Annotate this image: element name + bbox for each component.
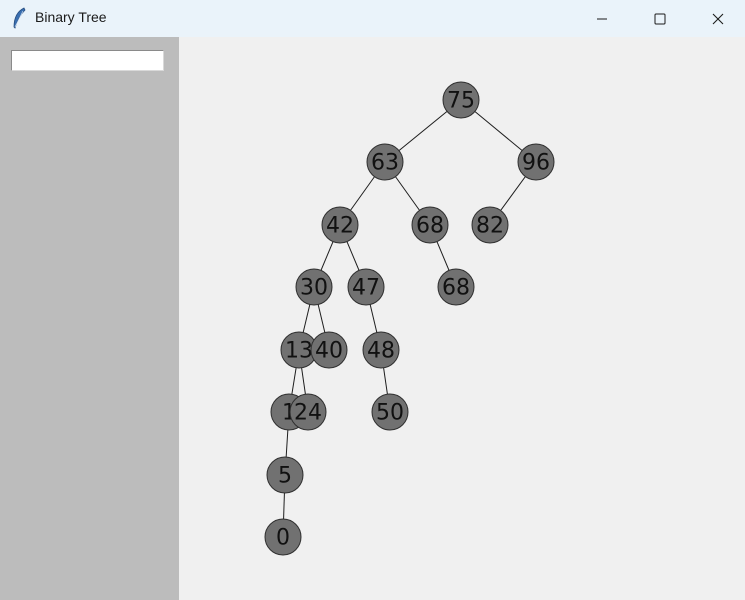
tree-node-label: 68 — [416, 214, 444, 239]
tree-node: 40 — [310, 331, 348, 369]
close-button[interactable] — [689, 0, 745, 37]
minimize-icon — [597, 18, 607, 19]
title-bar: Binary Tree — [0, 0, 745, 37]
tree-node: 42 — [321, 206, 359, 244]
tree-node-label: 47 — [352, 276, 380, 301]
feather-icon — [13, 7, 26, 29]
tree-node-label: 24 — [294, 401, 322, 426]
tree-canvas: 75 63 96 42 68 82 30 47 68 13 40 48 1 24 50 5 0 — [179, 37, 745, 600]
tree-node-label: 30 — [300, 276, 328, 301]
minimize-button[interactable] — [573, 0, 631, 37]
tree-node-label: 68 — [442, 276, 470, 301]
tree-node: 96 — [517, 143, 555, 181]
maximize-icon — [654, 13, 666, 24]
tree-node: 24 — [289, 393, 327, 431]
tree-node: 47 — [347, 268, 385, 306]
tree-node-label: 48 — [367, 339, 395, 364]
sidebar — [0, 37, 179, 600]
maximize-button[interactable] — [631, 0, 689, 37]
tree-node: 48 — [362, 331, 400, 369]
tree-node-label: 82 — [476, 214, 504, 239]
tree-node: 30 — [295, 268, 333, 306]
window-title: Binary Tree — [35, 9, 107, 25]
tree-node-label: 75 — [447, 89, 475, 114]
tree-node: 0 — [264, 518, 302, 556]
value-input[interactable] — [11, 50, 164, 71]
tree-node-label: 40 — [315, 339, 343, 364]
tree-node: 82 — [471, 206, 509, 244]
tree-node: 63 — [366, 143, 404, 181]
tree-node-label: 96 — [522, 151, 550, 176]
tree-drawing: 7563 9642 68 8230 47 6813 40 48124 5050 — [264, 81, 555, 556]
tree-node: 68 — [437, 268, 475, 306]
tree-node-label: 13 — [285, 339, 313, 364]
tree-node: 68 — [411, 206, 449, 244]
close-icon — [712, 13, 724, 24]
tree-node-label: 5 — [278, 464, 292, 489]
tree-node-label: 0 — [276, 526, 290, 551]
tree-node-label: 63 — [371, 151, 399, 176]
tree-node: 50 — [371, 393, 409, 431]
tree-node: 5 — [266, 456, 304, 494]
tree-node: 75 — [442, 81, 480, 119]
tree-node-label: 50 — [376, 401, 404, 426]
tree-node-label: 42 — [326, 214, 354, 239]
